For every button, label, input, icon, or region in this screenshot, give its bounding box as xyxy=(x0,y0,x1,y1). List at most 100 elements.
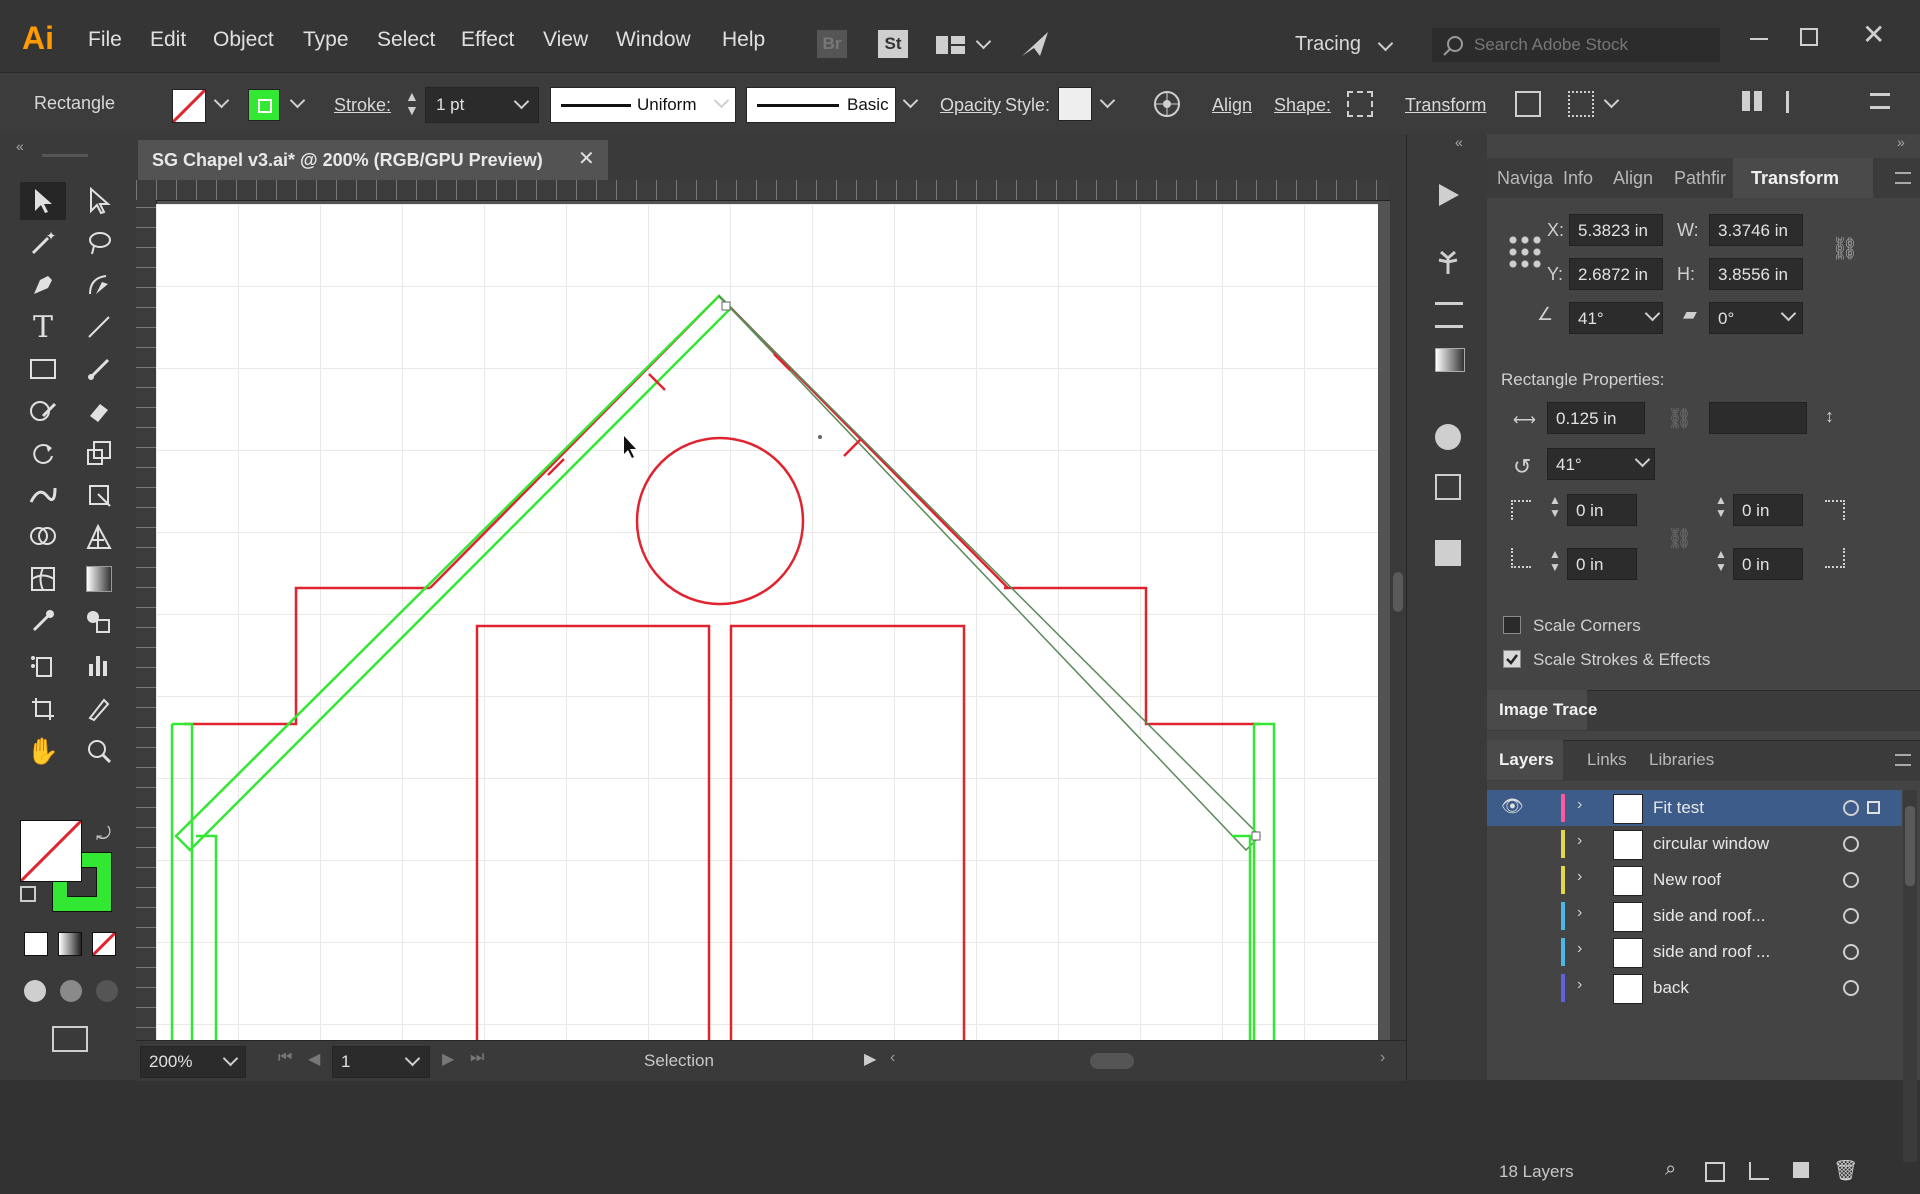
chapel-artwork[interactable] xyxy=(156,204,1378,1048)
layers-scrollbar[interactable] xyxy=(1903,790,1917,1162)
layer-row[interactable]: › circular window xyxy=(1487,826,1902,862)
menu-effect[interactable]: Effect xyxy=(461,28,514,52)
corner-bl-stepper[interactable]: ▲ ▼ xyxy=(1549,548,1561,574)
target-circle-icon[interactable] xyxy=(1843,908,1859,924)
menu-edit[interactable]: Edit xyxy=(150,28,186,52)
vertical-scrollbar[interactable] xyxy=(1390,180,1406,1048)
transform-panel-menu-icon[interactable] xyxy=(1895,172,1911,184)
tab-links[interactable]: Links xyxy=(1587,750,1627,770)
layer-row[interactable]: › side and roof ... xyxy=(1487,934,1902,970)
shape-properties-icon[interactable] xyxy=(1347,91,1373,117)
align-link[interactable]: Align xyxy=(1212,95,1252,116)
blend-tool-icon[interactable] xyxy=(76,602,122,640)
reference-point-icon[interactable] xyxy=(1507,234,1541,268)
link-corners-icon[interactable]: ⛓ xyxy=(1667,526,1692,551)
artboard[interactable] xyxy=(156,204,1378,1048)
tab-navigator[interactable]: Naviga xyxy=(1497,168,1553,189)
layer-row[interactable]: › back xyxy=(1487,970,1902,1006)
menu-view[interactable]: View xyxy=(543,28,588,52)
rectangle-tool-icon[interactable] xyxy=(20,350,66,388)
corner-tl-field[interactable]: 0 in xyxy=(1567,494,1637,526)
transform-link[interactable]: Transform xyxy=(1405,95,1486,116)
locate-object-icon[interactable]: ⌕ xyxy=(1665,1158,1676,1181)
zoom-tool-icon[interactable] xyxy=(76,732,122,770)
door-left-shape[interactable] xyxy=(475,624,711,1048)
target-circle-icon[interactable] xyxy=(1843,800,1859,816)
paintbrush-tool-icon[interactable] xyxy=(76,350,122,388)
expand-chevron-icon[interactable]: › xyxy=(1577,940,1582,958)
tab-align[interactable]: Align xyxy=(1613,168,1653,189)
graphic-styles-icon[interactable] xyxy=(1435,474,1461,500)
draw-behind-icon[interactable] xyxy=(60,980,82,1002)
menu-object[interactable]: Object xyxy=(213,28,274,52)
corner-br-stepper[interactable]: ▲ ▼ xyxy=(1715,548,1727,574)
shape-builder-tool-icon[interactable] xyxy=(20,518,66,556)
stroke-weight-field[interactable]: 1 pt xyxy=(425,87,539,123)
isolate-icon[interactable] xyxy=(1515,91,1541,117)
selection-indicator[interactable] xyxy=(1867,801,1880,814)
status-tool-text[interactable]: Selection xyxy=(644,1051,714,1071)
free-transform-tool-icon[interactable] xyxy=(76,476,122,514)
next-artboard-button[interactable]: ▶ xyxy=(442,1049,454,1069)
layer-row[interactable]: › New roof xyxy=(1487,862,1902,898)
layers-panel-menu-icon[interactable] xyxy=(1895,754,1911,766)
artboard-tool-icon[interactable] xyxy=(20,690,66,728)
menu-file[interactable]: File xyxy=(88,28,122,52)
document-tab[interactable]: SG Chapel v3.ai* @ 200% (RGB/GPU Preview… xyxy=(138,140,608,180)
tab-info[interactable]: Info xyxy=(1563,168,1593,189)
expand-chevron-icon[interactable]: › xyxy=(1577,832,1582,850)
scale-corners-checkbox[interactable] xyxy=(1503,616,1521,634)
left-post[interactable] xyxy=(170,722,218,1048)
collapse-panels-icon[interactable]: « xyxy=(1455,134,1463,150)
eyedropper-tool-icon[interactable] xyxy=(20,602,66,640)
layer-row[interactable]: 👁 › Fit test xyxy=(1487,790,1902,826)
expand-chevron-icon[interactable]: › xyxy=(1577,904,1582,922)
layer-name[interactable]: side and roof ... xyxy=(1653,942,1770,962)
symbol-sprayer-tool-icon[interactable] xyxy=(20,646,66,684)
target-circle-icon[interactable] xyxy=(1843,980,1859,996)
expand-chevron-icon[interactable]: › xyxy=(1577,796,1582,814)
fill-swatch[interactable] xyxy=(172,89,206,123)
arrange-documents-icon[interactable] xyxy=(935,34,967,61)
brush-definition[interactable]: Basic xyxy=(746,87,896,123)
type-tool-icon[interactable]: T xyxy=(20,308,66,346)
scale-tool-icon[interactable] xyxy=(76,434,122,472)
rect-width-field[interactable]: 0.125 in xyxy=(1547,402,1645,434)
panel-menu-icon[interactable] xyxy=(1870,93,1890,109)
target-circle-icon[interactable] xyxy=(1843,836,1859,852)
circular-window-shape[interactable] xyxy=(635,436,805,606)
opacity-label[interactable]: Opacity xyxy=(940,95,1001,116)
zoom-level-field[interactable]: 200% xyxy=(140,1046,246,1078)
layer-name[interactable]: back xyxy=(1653,978,1689,998)
tab-pathfinder[interactable]: Pathfir xyxy=(1674,168,1726,189)
layer-name[interactable]: circular window xyxy=(1653,834,1769,854)
create-sublayer-icon[interactable] xyxy=(1749,1162,1769,1180)
right-post[interactable] xyxy=(1232,722,1276,1048)
close-window-button[interactable]: ✕ xyxy=(1862,18,1885,51)
close-tab-icon[interactable]: ✕ xyxy=(578,146,595,171)
menu-window[interactable]: Window xyxy=(616,28,691,52)
rect-height-field[interactable] xyxy=(1709,402,1807,434)
scroll-right-arrow[interactable]: › xyxy=(1380,1049,1385,1067)
eraser-tool-icon[interactable] xyxy=(76,392,122,430)
last-artboard-button[interactable]: ⏭ xyxy=(470,1049,484,1067)
collapse-icon[interactable]: « xyxy=(16,138,24,154)
red-roof-line[interactable] xyxy=(429,294,1009,589)
layer-row[interactable]: › side and roof... xyxy=(1487,898,1902,934)
first-artboard-button[interactable]: ⏮ xyxy=(278,1049,292,1067)
shaper-tool-icon[interactable] xyxy=(20,392,66,430)
corner-br-field[interactable]: 0 in xyxy=(1733,548,1803,580)
selection-handle[interactable] xyxy=(721,301,731,311)
x-field[interactable]: 5.3823 in xyxy=(1569,214,1663,246)
artboard-number-field[interactable]: 1 xyxy=(332,1046,430,1078)
constrain-proportions-icon[interactable]: ⛓ xyxy=(1831,236,1859,262)
layer-name[interactable]: New roof xyxy=(1653,870,1721,890)
perspective-grid-tool-icon[interactable] xyxy=(76,518,122,556)
recolor-artwork-icon[interactable] xyxy=(1152,89,1182,124)
stroke-swatch[interactable] xyxy=(248,89,280,121)
corner-tr-field[interactable]: 0 in xyxy=(1733,494,1803,526)
status-menu-arrow[interactable]: ▶ xyxy=(864,1049,876,1069)
horizontal-ruler[interactable] xyxy=(136,180,1390,201)
scroll-thumb[interactable] xyxy=(1393,572,1403,612)
line-segment-tool-icon[interactable] xyxy=(76,308,122,346)
